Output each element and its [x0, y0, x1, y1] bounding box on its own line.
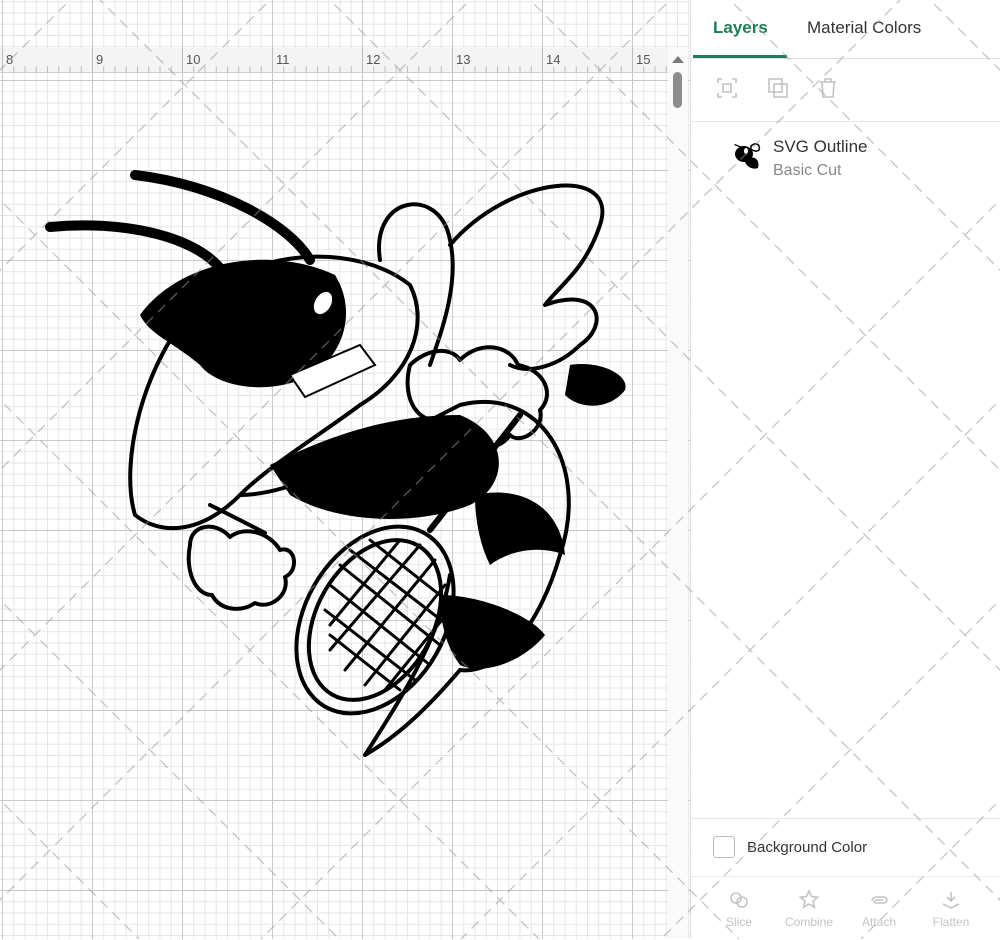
- ruler-tick: [362, 48, 363, 72]
- ruler-tick: [272, 48, 273, 72]
- horizontal-ruler: 8 9 10 11 12 13 14 15: [0, 48, 668, 73]
- flatten-label: Flatten: [932, 915, 970, 929]
- divider: [691, 58, 1000, 59]
- ruler-label: 9: [96, 52, 104, 67]
- flatten-icon: [942, 892, 960, 909]
- divider: [691, 818, 1000, 819]
- combine-button[interactable]: Combine: [779, 883, 839, 929]
- attach-button[interactable]: Attach: [849, 883, 909, 929]
- bee-mascot-thumbnail-icon: [734, 143, 761, 169]
- combine-icon: [798, 889, 820, 909]
- ruler-tick: [632, 48, 633, 72]
- tab-material-colors[interactable]: Material Colors: [807, 18, 921, 38]
- tab-layers[interactable]: Layers: [713, 18, 768, 38]
- ruler-tick: [2, 48, 3, 72]
- duplicate-icon[interactable]: [766, 76, 790, 100]
- attach-label: Attach: [861, 915, 897, 929]
- ruler-label: 8: [6, 52, 14, 67]
- ruler-label: 14: [546, 52, 561, 67]
- layer-item[interactable]: SVG Outline Basic Cut: [691, 130, 1000, 186]
- layer-name: SVG Outline: [773, 137, 868, 156]
- slice-button[interactable]: Slice: [709, 883, 769, 929]
- slice-label: Slice: [725, 915, 752, 929]
- group-icon[interactable]: [715, 76, 739, 100]
- ruler-label: 10: [186, 52, 201, 67]
- background-color-checkbox[interactable]: [713, 836, 735, 858]
- layers-panel: Layers Material Colors SVG Outline Basic…: [690, 0, 1000, 939]
- ruler-label: 13: [456, 52, 471, 67]
- attach-icon: [871, 896, 888, 904]
- flatten-button[interactable]: Flatten: [921, 883, 981, 929]
- ruler-tick: [452, 48, 453, 72]
- slice-icon: [730, 892, 748, 908]
- background-color-label: Background Color: [747, 839, 868, 856]
- layer-actions-bar: Slice Combine Attach Flatten: [691, 876, 1000, 940]
- vertical-scrollbar[interactable]: [668, 48, 688, 939]
- scroll-up-arrow-icon[interactable]: [672, 56, 684, 63]
- ruler-tick: [182, 48, 183, 72]
- delete-icon[interactable]: [816, 76, 840, 100]
- ruler-label: 12: [366, 52, 381, 67]
- bee-mascot-artwork[interactable]: [40, 165, 640, 765]
- ruler-tick: [542, 48, 543, 72]
- scrollbar-thumb[interactable]: [673, 72, 682, 108]
- design-canvas[interactable]: [0, 0, 690, 939]
- divider: [691, 121, 1000, 122]
- ruler-tick: [92, 48, 93, 72]
- layer-operation-type: Basic Cut: [773, 162, 842, 179]
- combine-label: Combine: [784, 915, 834, 929]
- ruler-label: 11: [276, 52, 290, 67]
- ruler-label: 15: [636, 52, 651, 67]
